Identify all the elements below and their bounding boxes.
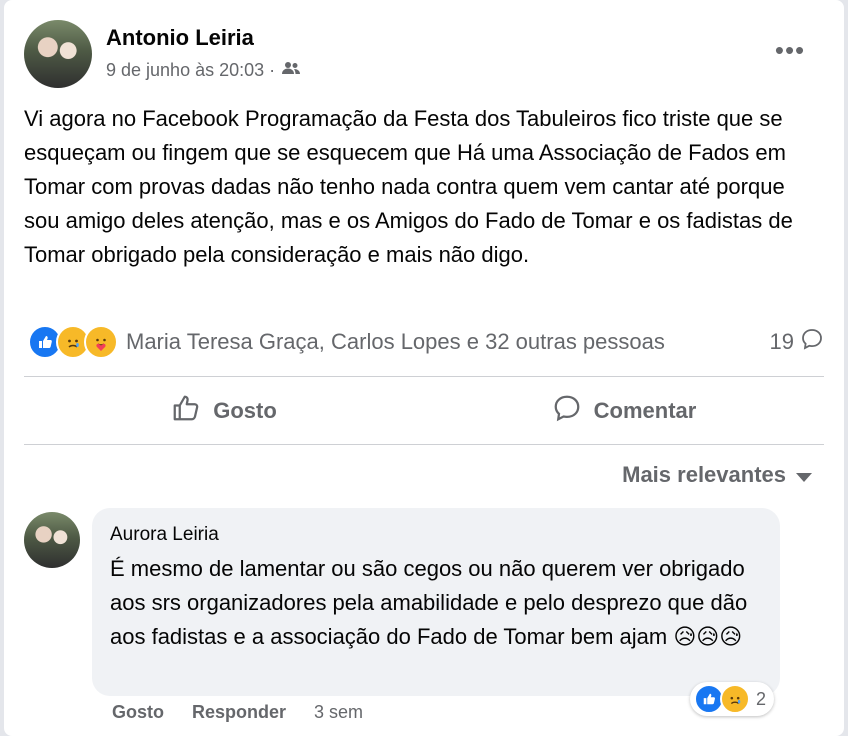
comment-like-link[interactable]: Gosto — [112, 702, 164, 723]
comment-button-label: Comentar — [593, 398, 697, 423]
comment-bubble-icon — [800, 327, 824, 357]
divider — [24, 376, 824, 377]
reactions-summary[interactable]: Maria Teresa Graça, Carlos Lopes e 32 ou… — [24, 322, 824, 362]
care-icon — [84, 325, 118, 359]
comment-author-name[interactable]: Aurora Leiria — [110, 524, 762, 546]
post-author-name[interactable]: Antonio Leiria — [106, 25, 254, 51]
comment-count[interactable]: 19 — [770, 327, 824, 357]
reaction-icons — [28, 325, 118, 359]
post-card: Antonio Leiria 9 de junho às 20:03 · •••… — [4, 0, 844, 736]
comment-author-avatar[interactable] — [24, 512, 80, 568]
post-actions: Gosto Comentar — [24, 378, 824, 444]
comment-text: É mesmo de lamentar ou são cegos ou não … — [110, 556, 748, 649]
post-text: Vi agora no Facebook Programação da Fest… — [24, 106, 793, 267]
comment-bubble: Aurora Leiria É mesmo de lamentar ou são… — [92, 508, 780, 696]
reaction-names[interactable]: Maria Teresa Graça, Carlos Lopes e 32 ou… — [126, 329, 665, 355]
post-meta: 9 de junho às 20:03 · — [106, 60, 301, 81]
comment-reactions[interactable]: 2 — [690, 682, 775, 716]
post-timestamp[interactable]: 9 de junho às 20:03 · — [106, 60, 275, 81]
like-button[interactable]: Gosto — [24, 378, 424, 444]
comment-sort-dropdown[interactable]: Mais relevantes — [622, 462, 812, 488]
chevron-down-icon — [796, 472, 812, 482]
comment-time[interactable]: 3 sem — [314, 702, 363, 723]
comment-reply-link[interactable]: Responder — [192, 702, 286, 723]
comment-icon — [552, 393, 582, 429]
comment-count-value: 19 — [769, 329, 794, 354]
comment-actions: Gosto Responder 3 sem — [112, 702, 363, 723]
author-avatar[interactable] — [24, 20, 92, 88]
comment-button[interactable]: Comentar — [424, 378, 824, 444]
friends-icon — [281, 60, 301, 81]
more-options-icon[interactable]: ••• — [772, 32, 808, 68]
thumbs-up-icon — [171, 393, 201, 429]
comment-reaction-count: 2 — [756, 688, 767, 709]
like-button-label: Gosto — [213, 398, 277, 423]
sort-label: Mais relevantes — [622, 462, 786, 487]
divider — [24, 444, 824, 445]
sad-icon — [720, 684, 750, 714]
